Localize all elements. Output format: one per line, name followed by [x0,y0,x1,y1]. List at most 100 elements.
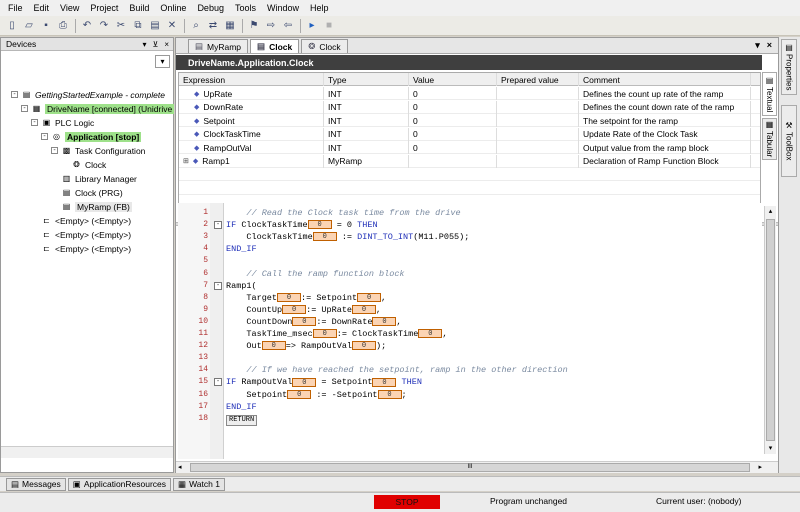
document-tab[interactable]: ▤ MyRamp [188,39,249,53]
find-icon[interactable]: ⌕ [188,18,204,34]
start-icon[interactable]: ▸ [304,18,320,34]
bottom-tab[interactable]: ▦ Watch 1 [173,477,225,491]
inline-monitor-value[interactable]: 0 [292,377,317,387]
table-row[interactable]: ◆ RampOutVal INT 0 Output value from the ram… [179,141,760,154]
menu-help[interactable]: Help [310,3,329,13]
bookmark-icon[interactable]: ⚑ [246,18,262,34]
expand-toggle-icon[interactable]: - [31,119,38,126]
inline-monitor-value[interactable]: 0 [292,317,317,327]
combo-dropdown-icon[interactable]: ▾ [155,54,170,68]
inline-monitor-value[interactable]: 0 [418,329,443,339]
redo-icon[interactable]: ↷ [96,18,112,34]
copy-icon[interactable]: ⧉ [130,18,146,34]
hscroll-thumb[interactable]: III [190,463,750,472]
pin-icon[interactable]: ▾ [142,40,146,49]
code-vscroll[interactable]: ▴ ▾ [764,206,776,454]
inline-monitor-value[interactable]: 0 [312,329,337,339]
inline-monitor-value[interactable]: 0 [372,377,397,387]
menu-debug[interactable]: Debug [197,3,224,13]
expand-toggle-icon[interactable]: - [41,133,48,140]
expand-toggle-icon[interactable]: - [21,105,28,112]
tree-item[interactable]: - ▤ GettingStartedExample - complete [11,88,165,101]
table-row[interactable]: ◆ ClockTaskTime INT 0 Update Rate of the Clo… [179,127,760,141]
login-icon[interactable]: ⇨ [263,18,279,34]
column-header[interactable]: Comment [579,73,751,86]
expand-toggle-icon[interactable]: - [51,147,58,154]
column-header[interactable]: Expression [179,73,324,86]
fold-toggle-icon[interactable]: - [214,221,222,230]
bottom-tab[interactable]: ▤ Messages [6,477,66,491]
expand-toggle-icon[interactable]: - [11,91,18,98]
tree-item[interactable]: - ▦ DriveName [connected] (Unidrive [21,102,175,115]
table-row[interactable]: ◆ UpRate INT 0 Defines the count up rate of … [179,87,760,100]
print-icon[interactable]: ⎙ [55,18,71,34]
inline-monitor-value[interactable]: 0 [352,341,377,351]
cell-prepared[interactable] [497,127,579,141]
tab-list-icon[interactable]: ▾ [755,40,760,51]
menu-tools[interactable]: Tools [235,3,256,13]
stop-icon[interactable]: ■ [321,18,337,34]
view-tab-tabular[interactable]: ▦ Tabular [762,118,777,160]
devices-hscroll[interactable] [1,446,173,458]
new-icon[interactable]: ▯ [4,18,20,34]
menu-project[interactable]: Project [90,3,118,13]
delete-icon[interactable]: ✕ [164,18,180,34]
select-all-icon[interactable]: ▦ [222,18,238,34]
scroll-right-icon[interactable]: ▸ [758,463,762,471]
code-hscroll[interactable]: ◂ III ▸ [176,461,778,473]
menu-window[interactable]: Window [267,3,299,13]
tree-item[interactable]: ▥ Library Manager [51,172,137,185]
tree-item[interactable]: - ◎ Application [stop] [41,130,142,143]
fold-toggle-icon[interactable]: - [214,378,222,387]
cell-prepared[interactable] [497,87,579,100]
inline-monitor-value[interactable]: 0 [261,341,286,351]
table-row[interactable]: ◆ Setpoint INT 0 The setpoint for the ramp [179,114,760,127]
replace-icon[interactable]: ⇄ [205,18,221,34]
document-tab[interactable]: ▤ Clock [250,39,300,53]
cell-prepared[interactable] [497,114,579,127]
document-tab[interactable]: ❂ Clock [301,39,348,53]
menu-file[interactable]: File [8,3,23,13]
inline-monitor-value[interactable]: 0 [372,317,397,327]
code-editor[interactable]: 1 2 3 4 5 6 7 8 9 10 11 12 13 14 15 16 17 18 --- // Read … [178,203,762,459]
menu-online[interactable]: Online [160,3,186,13]
tree-item[interactable]: ▤ Clock (PRG) [51,186,123,199]
view-tab-textual[interactable]: ▤ Textual [762,72,777,116]
expand-icon[interactable]: ⊞ [183,157,189,165]
menu-edit[interactable]: Edit [34,3,50,13]
scroll-down-icon[interactable]: ▾ [766,444,775,453]
scroll-thumb[interactable] [766,219,775,441]
dock-tab-properties[interactable]: ▤ Properties [781,39,797,95]
save-icon[interactable]: ▪ [38,18,54,34]
column-header[interactable]: Type [324,73,409,86]
tree-item[interactable]: ⊏ <Empty> (<Empty>) [31,228,131,241]
logout-icon[interactable]: ⇦ [280,18,296,34]
fold-toggle-icon[interactable]: - [214,281,222,290]
tree-item[interactable]: ❂ Clock [61,158,106,171]
inline-monitor-value[interactable]: 0 [377,389,402,399]
inline-monitor-value[interactable]: 0 [287,389,312,399]
devices-combo[interactable]: ▾ [4,53,170,69]
paste-icon[interactable]: ▤ [147,18,163,34]
inline-monitor-value[interactable]: 0 [307,220,332,230]
inline-monitor-value[interactable]: 0 [357,292,382,302]
inline-monitor-value[interactable]: 0 [352,305,377,315]
tree-item[interactable]: - ▣ PLC Logic [31,116,94,129]
bottom-tab[interactable]: ▣ ApplicationResources [67,477,172,491]
table-row[interactable]: ◆ DownRate INT 0 Defines the count down rate… [179,100,760,114]
cell-prepared[interactable] [497,100,579,114]
tree-item[interactable]: ⊏ <Empty> (<Empty>) [31,214,131,227]
close-icon[interactable]: × [767,40,772,51]
menu-build[interactable]: Build [129,3,149,13]
scroll-left-icon[interactable]: ◂ [178,463,182,471]
cut-icon[interactable]: ✂ [113,18,129,34]
menu-view[interactable]: View [60,3,79,13]
cell-prepared[interactable] [497,141,579,154]
table-row[interactable]: ⊞ ◆ Ramp1 MyRamp Declaration of Ramp Functio… [179,154,760,168]
column-header[interactable]: Prepared value [497,73,579,86]
autohide-icon[interactable]: ⊻ [152,40,158,49]
close-icon[interactable]: × [164,40,169,49]
undo-icon[interactable]: ↶ [79,18,95,34]
column-header[interactable]: Value [409,73,497,86]
tree-item[interactable]: - ▩ Task Configuration [51,144,145,157]
